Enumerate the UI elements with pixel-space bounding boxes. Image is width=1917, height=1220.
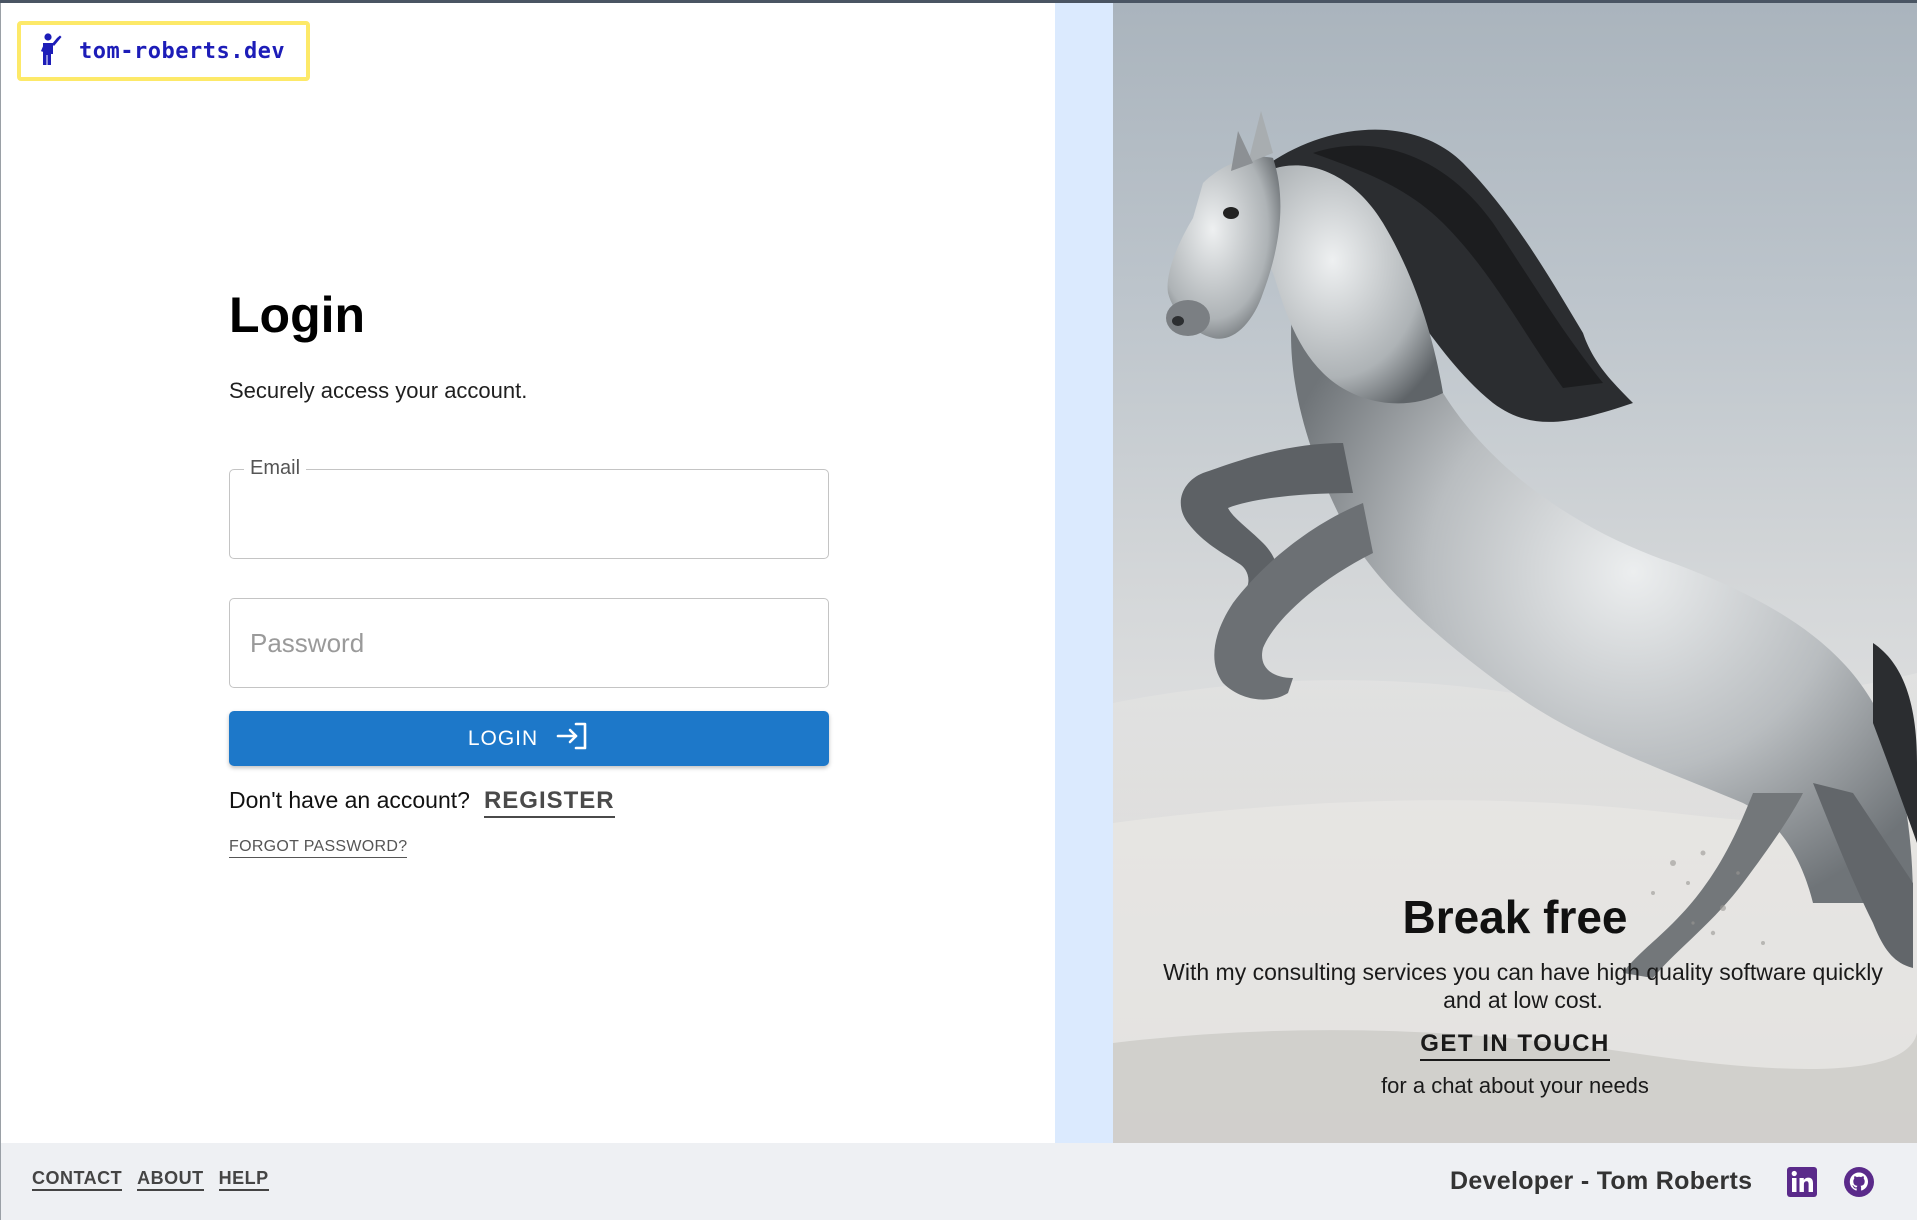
footer: CONTACT ABOUT HELP Developer - Tom Rober… — [0, 1143, 1917, 1220]
register-link[interactable]: REGISTER — [483, 787, 615, 818]
get-in-touch-wrap: GET IN TOUCH — [1113, 1030, 1917, 1061]
footer-link-about[interactable]: ABOUT — [137, 1168, 204, 1191]
email-input[interactable] — [230, 470, 828, 558]
footer-link-help[interactable]: HELP — [218, 1168, 269, 1191]
hero-panel: Break free With my consulting services y… — [1113, 3, 1917, 1143]
register-prompt: Don't have an account? REGISTER — [229, 787, 615, 818]
linkedin-icon[interactable] — [1786, 1166, 1818, 1198]
footer-link-contact[interactable]: CONTACT — [32, 1168, 123, 1191]
person-waving-icon — [35, 32, 67, 71]
email-field: Email — [229, 457, 829, 559]
login-button-label: LOGIN — [467, 726, 539, 750]
get-in-touch-link[interactable]: GET IN TOUCH — [1420, 1030, 1610, 1061]
page-subtitle: Securely access your account. — [229, 378, 528, 403]
github-icon[interactable] — [1843, 1166, 1875, 1198]
password-input[interactable] — [230, 599, 828, 687]
footer-links: CONTACT ABOUT HELP — [32, 1168, 284, 1191]
login-icon — [538, 721, 590, 757]
hero-text: With my consulting services you can have… — [1163, 959, 1883, 1013]
login-pane: tom-roberts.dev Login Securely access yo… — [0, 3, 1055, 1143]
page-title: Login — [229, 287, 366, 343]
app-root: tom-roberts.dev Login Securely access yo… — [0, 0, 1917, 1220]
logo-text: tom-roberts.dev — [79, 38, 286, 64]
hero-title: Break free — [1402, 891, 1628, 943]
login-button[interactable]: LOGIN — [229, 711, 829, 766]
site-logo[interactable]: tom-roberts.dev — [17, 21, 310, 81]
accent-strip — [1055, 3, 1113, 1143]
forgot-password-link[interactable]: FORGOT PASSWORD? — [229, 838, 408, 858]
no-account-text: Don't have an account? — [229, 787, 470, 813]
password-field — [229, 598, 829, 688]
developer-credit: Developer - Tom Roberts — [1450, 1167, 1753, 1195]
hero-cta-subtext: for a chat about your needs — [1381, 1073, 1649, 1098]
